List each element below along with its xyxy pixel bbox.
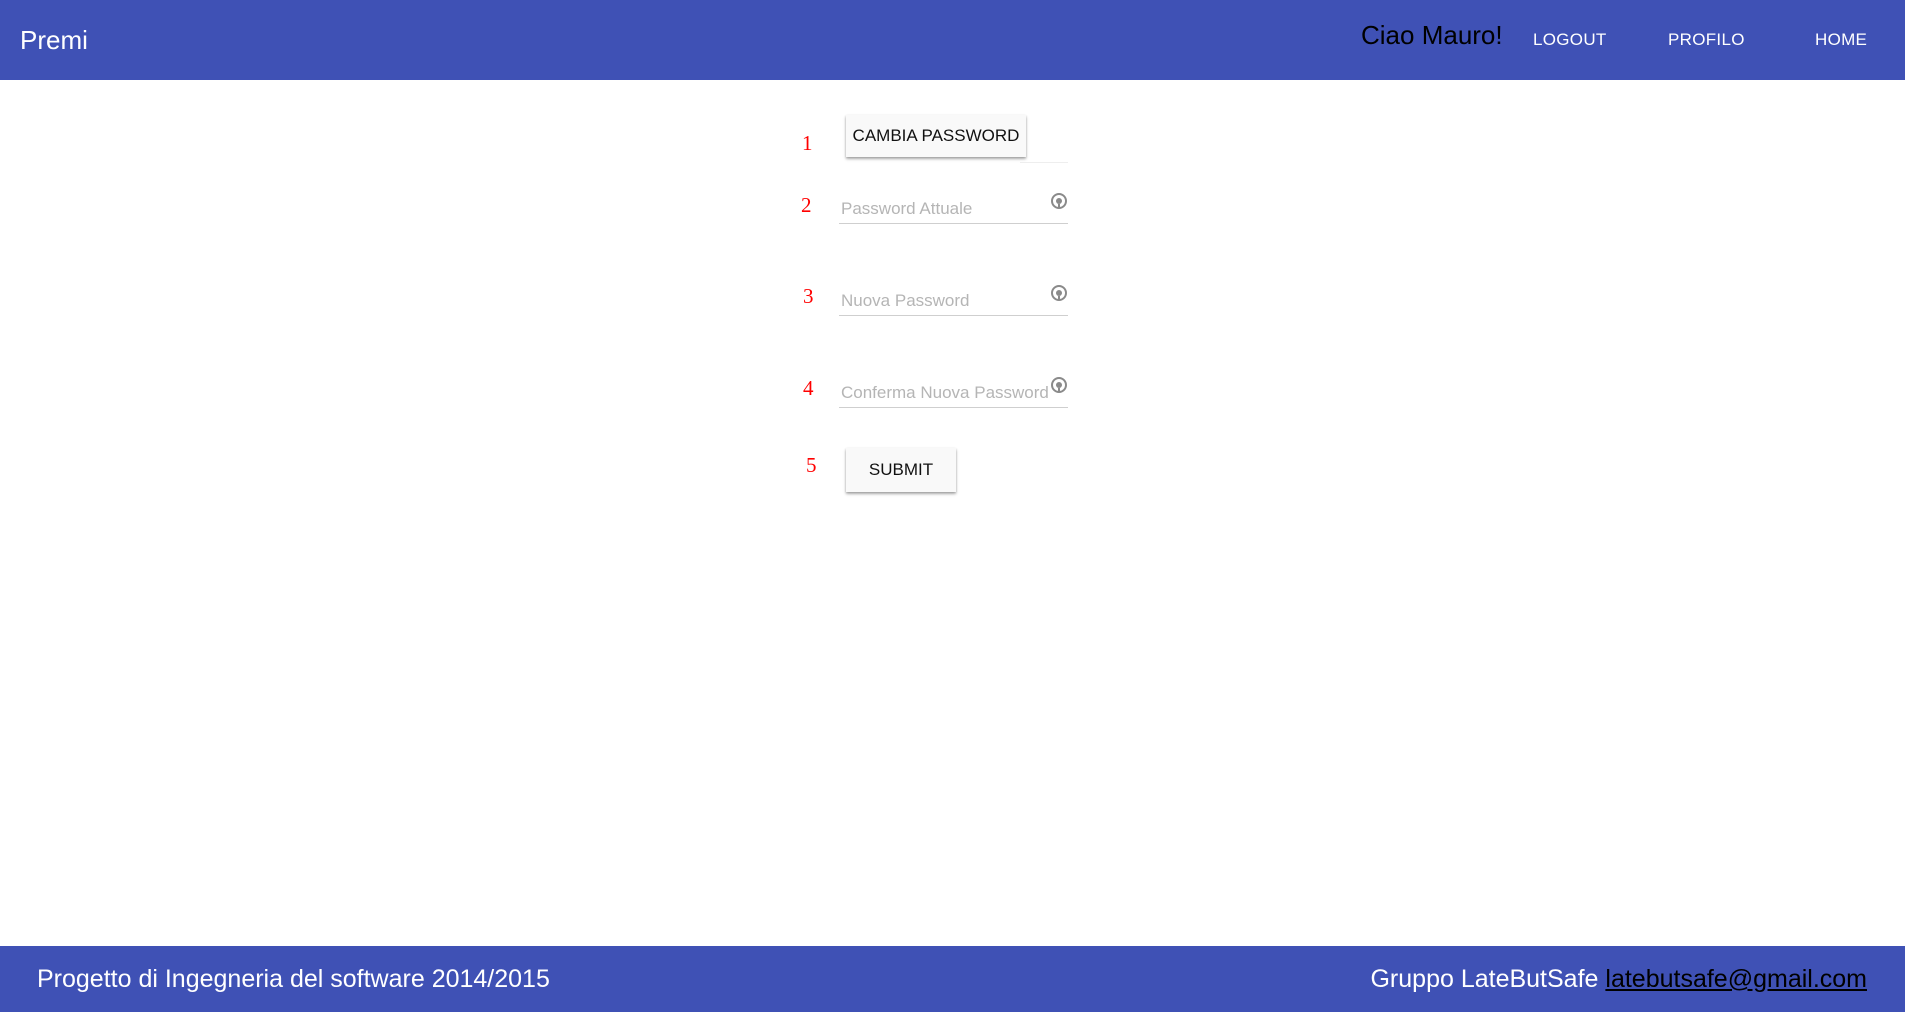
eye-icon[interactable]	[1050, 284, 1068, 302]
step-number: 1	[802, 131, 813, 155]
nav-logout-link[interactable]: LOGOUT	[1533, 0, 1607, 80]
top-navbar: Premi Ciao Mauro! LOGOUT PROFILO HOME	[0, 0, 1905, 80]
current-password-field	[839, 186, 1068, 226]
cambia-password-button[interactable]: CAMBIA PASSWORD	[846, 115, 1026, 157]
eye-icon[interactable]	[1050, 376, 1068, 394]
brand-title[interactable]: Premi	[20, 0, 88, 80]
nav-home-link[interactable]: HOME	[1815, 0, 1867, 80]
divider	[1020, 162, 1068, 163]
footer: Progetto di Ingegneria del software 2014…	[0, 946, 1905, 1012]
nav-profilo-link[interactable]: PROFILO	[1668, 0, 1745, 80]
step-number: 5	[806, 453, 817, 477]
new-password-input[interactable]	[839, 278, 1068, 316]
confirm-password-input[interactable]	[839, 370, 1068, 408]
footer-group: Gruppo LateButSafe latebutsafe@gmail.com	[1370, 939, 1867, 1019]
step-number: 3	[803, 284, 814, 308]
confirm-password-field	[839, 370, 1068, 410]
footer-project-text: Progetto di Ingegneria del software 2014…	[37, 965, 550, 993]
new-password-field	[839, 278, 1068, 318]
current-password-input[interactable]	[839, 186, 1068, 224]
step-number: 2	[801, 193, 812, 217]
footer-group-text: Gruppo LateButSafe	[1370, 965, 1599, 993]
user-greeting: Ciao Mauro!	[1361, 20, 1503, 50]
eye-icon[interactable]	[1050, 192, 1068, 210]
footer-email-link[interactable]: latebutsafe@gmail.com	[1605, 965, 1867, 993]
submit-button[interactable]: SUBMIT	[846, 448, 956, 492]
step-number: 4	[803, 376, 814, 400]
